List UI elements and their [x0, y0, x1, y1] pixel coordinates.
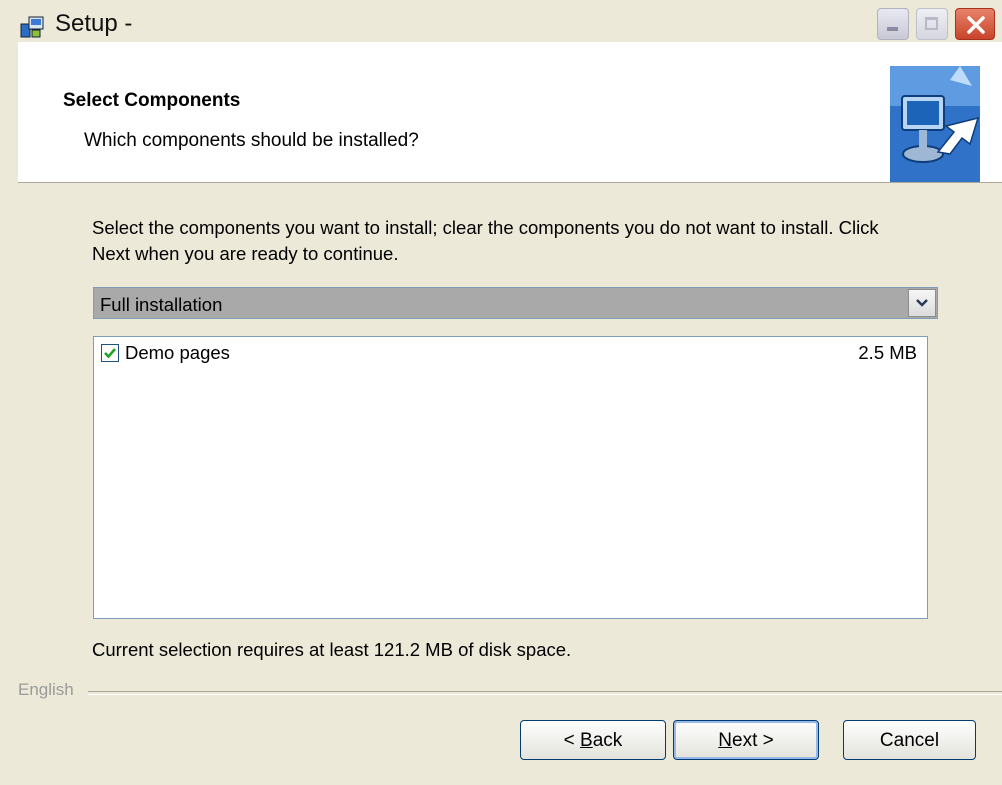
language-label: English — [18, 680, 78, 700]
cancel-button[interactable]: Cancel — [843, 720, 976, 760]
install-type-select[interactable]: Full installation — [93, 287, 938, 319]
component-size: 2.5 MB — [858, 342, 917, 363]
back-button-label: < Back — [563, 730, 623, 751]
setup-window: Setup - Select Components Which componen… — [0, 0, 1002, 785]
title-bar[interactable]: Setup - — [0, 0, 1002, 42]
components-list: Demo pages 2.5 MB — [93, 336, 928, 619]
close-icon[interactable] — [955, 8, 995, 40]
install-type-value: Full installation — [100, 294, 223, 315]
disk-space-text: Current selection requires at least 121.… — [92, 639, 572, 660]
page-subtitle: Which components should be installed? — [84, 130, 419, 151]
page-title: Select Components — [63, 90, 241, 111]
wizard-header: Select Components Which components shoul… — [18, 42, 1002, 183]
list-item[interactable]: Demo pages 2.5 MB — [94, 337, 927, 371]
window-title: Setup - — [55, 10, 133, 37]
minimize-icon[interactable] — [877, 8, 909, 40]
computer-arrow-icon — [890, 66, 980, 182]
next-button-label: Next > — [718, 730, 774, 751]
chevron-down-icon[interactable] — [908, 289, 936, 317]
next-button[interactable]: Next > — [673, 720, 819, 760]
instructions-text: Select the components you want to instal… — [92, 217, 879, 264]
checkmark-icon — [104, 348, 116, 359]
installer-icon — [20, 16, 44, 38]
wizard-content: Select the components you want to instal… — [18, 183, 1002, 783]
component-label: Demo pages — [125, 342, 230, 363]
divider — [88, 691, 1002, 695]
cancel-button-label: Cancel — [879, 730, 940, 751]
back-button[interactable]: < Back — [520, 720, 666, 760]
component-checkbox[interactable] — [101, 344, 119, 362]
maximize-icon[interactable] — [916, 8, 948, 40]
